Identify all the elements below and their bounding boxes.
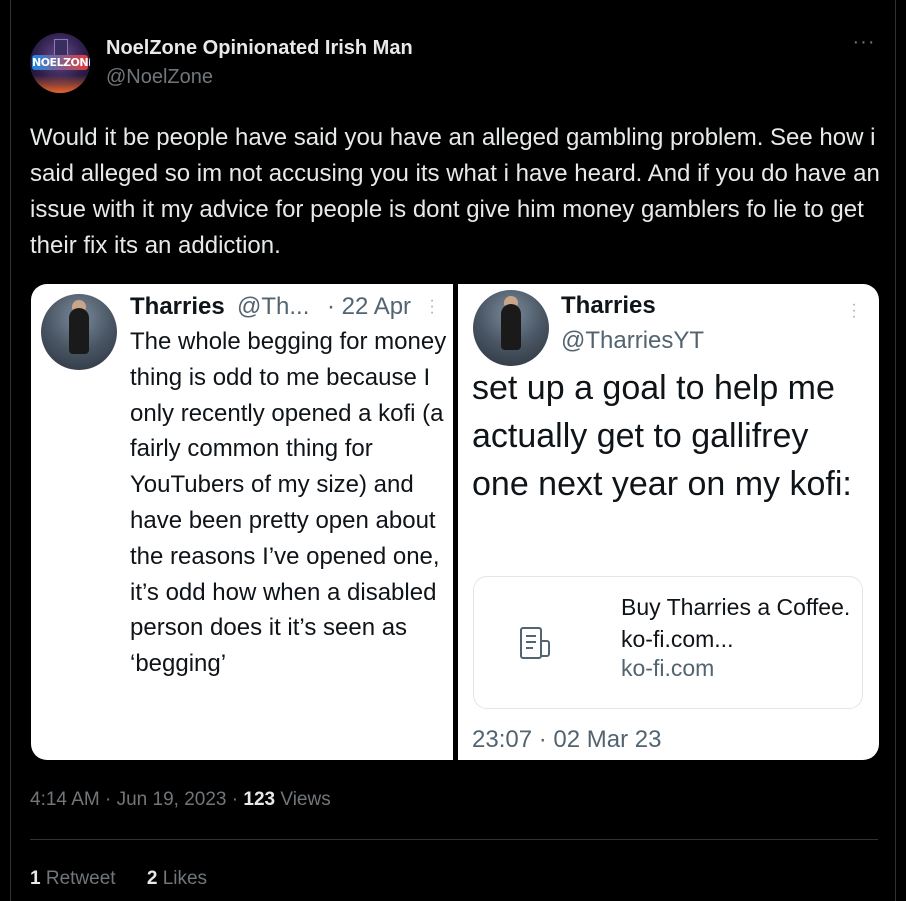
meta-separator: · xyxy=(105,789,117,810)
quote-right-handle: @TharriesYT xyxy=(561,327,705,354)
quote-left-date: · 22 Apr xyxy=(327,293,412,320)
quoted-image[interactable]: Tharries @Th... · 22 Apr · · · The whole b… xyxy=(31,284,879,760)
link-preview-card: Buy Tharries a Coffee. ko-fi.com... ko-f… xyxy=(473,576,863,709)
meta-separator: · xyxy=(231,789,244,810)
likes-label: Likes xyxy=(162,868,208,889)
more-vertical-icon: · · · xyxy=(851,296,857,325)
views-label: Views xyxy=(280,789,331,810)
more-horizontal-icon[interactable]: ··· xyxy=(850,32,878,56)
tweet-time[interactable]: 4:14 AM xyxy=(30,789,100,810)
quote-right-name: Tharries xyxy=(561,292,656,319)
more-vertical-icon: · · · xyxy=(429,292,435,321)
quote-right-timestamp: 23:07 · 02 Mar 23 xyxy=(472,726,662,753)
tweet-meta: 4:14 AM · Jun 19, 2023 · 123 Views xyxy=(30,789,331,811)
avatar-body xyxy=(501,304,521,350)
avatar-glow xyxy=(30,75,90,93)
link-domain: ko-fi.com xyxy=(621,655,715,681)
image-divider xyxy=(453,284,458,760)
views-count: 123 xyxy=(243,789,276,810)
quote-right-text: set up a goal to help me actually get to… xyxy=(472,369,852,503)
avatar-body xyxy=(69,308,89,354)
quote-left-avatar xyxy=(41,294,117,370)
author-display-name[interactable]: NoelZone Opinionated Irish Man xyxy=(106,37,413,60)
quote-right-avatar xyxy=(473,290,549,366)
divider xyxy=(30,839,878,840)
engagement-stats: 1 Retweet 2 Likes xyxy=(30,868,207,890)
author-avatar[interactable]: NOELZONE xyxy=(30,33,90,93)
retweets-label: Retweet xyxy=(45,868,116,889)
quote-left-text: The whole begging for money thing is odd… xyxy=(130,328,447,678)
likes-stat[interactable]: 2 Likes xyxy=(147,868,207,889)
tweet-date[interactable]: Jun 19, 2023 xyxy=(117,789,227,810)
likes-count: 2 xyxy=(146,868,158,889)
link-title: Buy Tharries a Coffee. ko-fi.com... xyxy=(621,594,851,652)
retweets-stat[interactable]: 1 Retweet xyxy=(30,868,121,889)
avatar-logo: NOELZONE xyxy=(32,55,90,70)
document-icon xyxy=(520,627,550,659)
author-handle[interactable]: @NoelZone xyxy=(106,66,213,89)
quote-left-handle: @Th... xyxy=(237,293,310,320)
tweet-text: Would it be people have said you have an… xyxy=(30,124,880,259)
quote-left-name: Tharries xyxy=(130,293,225,320)
retweets-count: 1 xyxy=(30,868,41,889)
